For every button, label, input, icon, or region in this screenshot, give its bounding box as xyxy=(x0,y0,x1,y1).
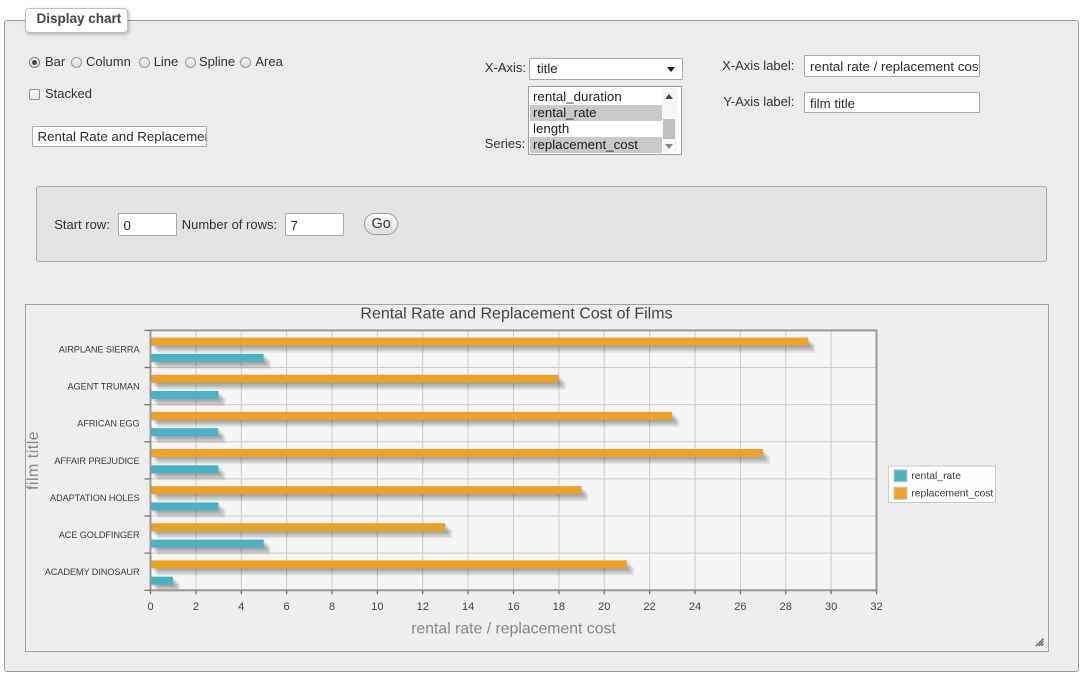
svg-text:4: 4 xyxy=(238,601,244,613)
svg-text:22: 22 xyxy=(643,601,655,613)
svg-text:Rental Rate and Replacement Co: Rental Rate and Replacement Cost of Film… xyxy=(360,306,672,323)
svg-text:replacement_cost: replacement_cost xyxy=(911,489,993,500)
svg-text:ACADEMY DINOSAUR: ACADEMY DINOSAUR xyxy=(44,567,139,577)
svg-text:rental_rate: rental_rate xyxy=(911,471,961,482)
svg-text:film title: film title xyxy=(25,431,42,490)
svg-text:AFFAIR PREJUDICE: AFFAIR PREJUDICE xyxy=(54,456,139,466)
svg-text:10: 10 xyxy=(371,601,383,613)
svg-text:14: 14 xyxy=(461,601,473,613)
svg-text:ADAPTATION HOLES: ADAPTATION HOLES xyxy=(50,493,139,503)
svg-text:rental rate / replacement cost: rental rate / replacement cost xyxy=(411,621,616,638)
svg-text:28: 28 xyxy=(779,601,791,613)
svg-text:0: 0 xyxy=(147,601,153,613)
svg-text:12: 12 xyxy=(416,601,428,613)
svg-text:20: 20 xyxy=(598,601,610,613)
svg-text:6: 6 xyxy=(283,601,289,613)
svg-text:16: 16 xyxy=(507,601,519,613)
svg-text:8: 8 xyxy=(328,601,334,613)
svg-text:2: 2 xyxy=(192,601,198,613)
svg-text:AGENT TRUMAN: AGENT TRUMAN xyxy=(67,381,139,391)
svg-text:18: 18 xyxy=(552,601,564,613)
svg-text:24: 24 xyxy=(688,601,700,613)
svg-text:AFRICAN EGG: AFRICAN EGG xyxy=(77,419,139,429)
svg-text:30: 30 xyxy=(824,601,836,613)
svg-text:32: 32 xyxy=(870,601,882,613)
svg-text:AIRPLANE SIERRA: AIRPLANE SIERRA xyxy=(58,344,140,354)
svg-text:26: 26 xyxy=(734,601,746,613)
svg-text:ACE GOLDFINGER: ACE GOLDFINGER xyxy=(58,530,139,540)
